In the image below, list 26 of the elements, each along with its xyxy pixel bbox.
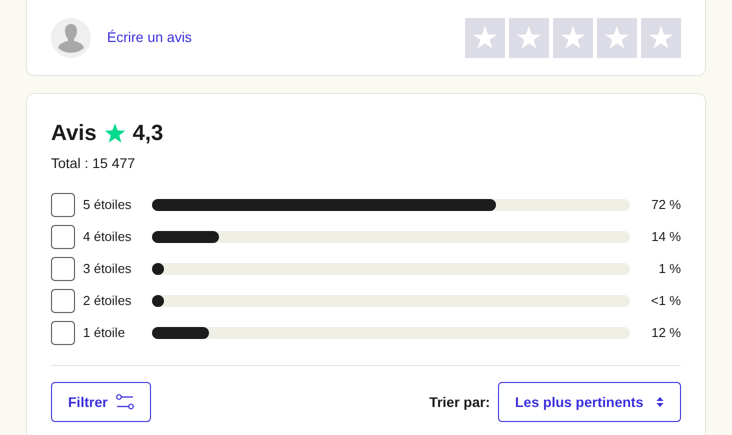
percent-text: 12 % (651, 324, 681, 342)
star-label: 4 étoiles (83, 228, 132, 246)
reviews-title: Avis (51, 119, 97, 147)
checkbox[interactable] (51, 289, 75, 313)
sliders-icon (116, 394, 134, 410)
percent-text: <1 % (651, 292, 681, 310)
star-label: 1 étoile (83, 324, 126, 342)
rating-value: 4,3 (132, 119, 164, 147)
checkbox[interactable] (51, 225, 75, 249)
sort-label: Trier par: (429, 392, 490, 412)
star-label: 3 étoiles (83, 260, 132, 278)
sort-dropdown[interactable]: Les plus pertinents (498, 382, 681, 422)
checkbox[interactable] (51, 193, 75, 217)
filter-button[interactable]: Filtrer (51, 382, 151, 422)
avatar-icon (51, 18, 91, 58)
checkbox[interactable] (51, 321, 75, 345)
percent-text: 1 % (658, 260, 681, 278)
percent-text: 14 % (651, 228, 681, 246)
percent-text: 72 % (651, 196, 681, 214)
write-review-link[interactable]: Écrire un avis (107, 27, 192, 48)
total-count: Total : 15 477 (51, 154, 136, 173)
checkbox[interactable] (51, 257, 75, 281)
star-label: 2 étoiles (83, 292, 132, 310)
star-label: 5 étoiles (83, 196, 132, 214)
sort-caret-icon (656, 397, 664, 407)
star-icon (104, 122, 126, 144)
